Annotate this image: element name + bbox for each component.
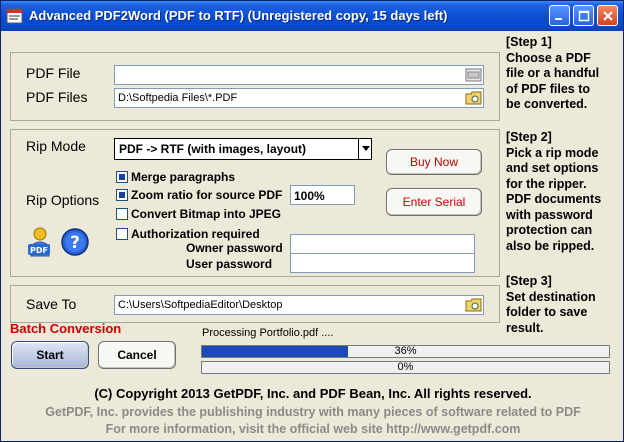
file-progress-text: 36% xyxy=(394,345,417,357)
close-icon xyxy=(603,11,613,21)
step2-line: PDF documents xyxy=(506,192,602,206)
maximize-button[interactable] xyxy=(573,5,594,26)
pdf-file-input[interactable] xyxy=(114,65,484,85)
step2-line: also be ripped. xyxy=(506,238,595,253)
minimize-icon xyxy=(555,18,562,20)
step2-line: protection can xyxy=(506,223,593,237)
convert-bitmap-checkbox[interactable] xyxy=(116,208,128,220)
pdf-person-icon[interactable]: PDF xyxy=(25,226,55,258)
step2-line: with password xyxy=(506,207,593,222)
authorization-checkbox[interactable] xyxy=(116,228,128,240)
total-progress-text: 0% xyxy=(397,361,414,373)
step1-line: Choose a PDF xyxy=(506,50,591,65)
step1-line: be converted. xyxy=(506,97,588,111)
save-to-label: Save To xyxy=(26,296,77,312)
pdf-files-label: PDF Files xyxy=(26,89,88,105)
start-button[interactable]: Start xyxy=(11,341,89,369)
pdf-files-input[interactable]: D:\Softpedia Files\*.PDF xyxy=(114,88,484,108)
step3-heading: [Step 3] xyxy=(506,274,552,288)
file-progress-bar: 36% xyxy=(201,345,610,358)
step1-line: of PDF files to xyxy=(506,81,591,96)
pdf-file-label: PDF File xyxy=(26,65,81,81)
enter-serial-button[interactable]: Enter Serial xyxy=(386,188,482,216)
pdf-source-group xyxy=(10,52,500,121)
owner-password-label: Owner password xyxy=(186,241,283,255)
step3-instructions: [Step 3] Set destination folder to save … xyxy=(506,274,624,336)
merge-paragraphs-checkbox[interactable] xyxy=(116,171,128,183)
step2-line: for the ripper. xyxy=(506,176,587,191)
merge-paragraphs-label: Merge paragraphs xyxy=(131,170,236,184)
rip-mode-label: Rip Mode xyxy=(26,138,86,154)
maximize-icon xyxy=(578,10,590,22)
step2-line: Pick a rip mode xyxy=(506,145,599,160)
minimize-button[interactable] xyxy=(549,5,570,26)
step1-heading: [Step 1] xyxy=(506,35,552,49)
processing-status: Processing Portfolio.pdf .... xyxy=(202,327,334,339)
step1-instructions: [Step 1] Choose a PDF file or a handful … xyxy=(506,35,624,113)
zoom-ratio-input[interactable]: 100% xyxy=(290,185,355,205)
svg-text:PDF: PDF xyxy=(30,246,48,255)
user-password-label: User password xyxy=(186,257,273,271)
rip-options-label: Rip Options xyxy=(26,192,100,208)
svg-text:?: ? xyxy=(70,233,80,253)
info-text-line1: GetPDF, Inc. provides the publishing ind… xyxy=(45,405,581,419)
folder-browse-icon[interactable] xyxy=(465,67,482,83)
rip-mode-dropdown-button[interactable] xyxy=(358,138,372,160)
copyright-text: (C) Copyright 2013 GetPDF, Inc. and PDF … xyxy=(94,386,532,401)
close-button[interactable] xyxy=(597,5,618,26)
app-icon xyxy=(6,8,23,24)
owner-password-input[interactable] xyxy=(290,234,475,254)
title-bar[interactable]: Advanced PDF2Word (PDF to RTF) (Unregist… xyxy=(1,1,623,31)
window-title: Advanced PDF2Word (PDF to RTF) (Unregist… xyxy=(29,8,448,23)
user-password-input[interactable] xyxy=(290,253,475,273)
step1-line: file or a handful xyxy=(506,66,600,80)
help-icon[interactable]: ? xyxy=(60,227,90,257)
folder-browse-icon[interactable] xyxy=(465,297,482,313)
step2-line: and set options xyxy=(506,161,599,175)
authorization-label: Authorization required xyxy=(131,227,260,241)
buy-now-button[interactable]: Buy Now xyxy=(386,149,482,175)
step3-line: folder to save xyxy=(506,305,588,319)
main-window: Advanced PDF2Word (PDF to RTF) (Unregist… xyxy=(0,0,624,442)
step2-heading: [Step 2] xyxy=(506,130,552,144)
info-text-line2: For more information, visit the official… xyxy=(105,422,521,436)
cancel-button[interactable]: Cancel xyxy=(98,341,176,369)
rip-mode-select[interactable]: PDF -> RTF (with images, layout) xyxy=(114,138,372,160)
convert-bitmap-label: Convert Bitmap into JPEG xyxy=(131,207,282,221)
save-to-input[interactable]: C:\Users\SoftpediaEditor\Desktop xyxy=(114,295,484,315)
step2-instructions: [Step 2] Pick a rip mode and set options… xyxy=(506,130,624,254)
zoom-ratio-label: Zoom ratio for source PDF xyxy=(131,188,283,202)
zoom-ratio-checkbox[interactable] xyxy=(116,189,128,201)
step3-line: result. xyxy=(506,320,544,335)
step3-line: Set destination xyxy=(506,289,596,304)
batch-conversion-label: Batch Conversion xyxy=(10,321,122,336)
folder-browse-icon[interactable] xyxy=(465,90,482,106)
dropdown-arrow-icon xyxy=(362,146,370,151)
total-progress-bar: 0% xyxy=(201,361,610,374)
